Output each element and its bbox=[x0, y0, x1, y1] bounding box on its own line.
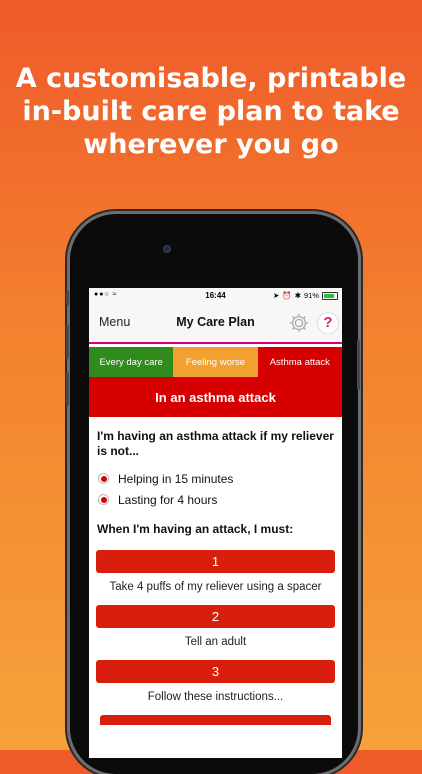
condition-item: Lasting for 4 hours bbox=[98, 489, 335, 510]
attack-intro: I'm having an asthma attack if my reliev… bbox=[97, 429, 334, 458]
step-number: 3 bbox=[96, 660, 335, 683]
tab-asthma-attack[interactable]: Asthma attack bbox=[257, 347, 342, 377]
promo-headline: A customisable, printable in-built care … bbox=[0, 62, 422, 161]
radio-bullet-icon bbox=[98, 473, 109, 484]
phone-screen: ●●○ ≈ 16:44 ➤ ⏰ ✱ 91% Menu My Care Plan … bbox=[89, 288, 342, 758]
phone-volume-down bbox=[66, 372, 69, 406]
battery-percent: 91% bbox=[303, 291, 319, 300]
care-plan-content: I'm having an asthma attack if my reliev… bbox=[89, 417, 342, 725]
must-heading: When I'm having an attack, I must: bbox=[97, 522, 294, 536]
phone-power-button bbox=[357, 340, 360, 390]
tab-every-day-care[interactable]: Every day care bbox=[89, 347, 174, 377]
gear-icon[interactable] bbox=[288, 312, 310, 334]
phone-volume-up bbox=[66, 325, 69, 359]
step-text: Follow these instructions... bbox=[147, 691, 284, 703]
alarm-icon: ⏰ bbox=[282, 291, 292, 300]
next-step-peek bbox=[100, 715, 331, 725]
phone-camera bbox=[163, 245, 171, 253]
step-item: 3 Follow these instructions... bbox=[96, 660, 335, 703]
promo-line-2: in-built care plan to take bbox=[22, 96, 400, 127]
step-number: 2 bbox=[96, 605, 335, 628]
nav-bar: Menu My Care Plan ? bbox=[89, 304, 342, 344]
step-item: 2 Tell an adult bbox=[96, 605, 335, 648]
radio-bullet-icon bbox=[98, 494, 109, 505]
status-right: ➤ ⏰ ✱ 91% bbox=[273, 291, 338, 300]
bluetooth-icon: ✱ bbox=[294, 291, 301, 300]
step-text: Take 4 puffs of my reliever using a spac… bbox=[109, 581, 322, 593]
section-banner: In an asthma attack bbox=[89, 377, 342, 417]
battery-icon bbox=[322, 291, 338, 300]
step-text: Tell an adult bbox=[184, 636, 247, 648]
condition-label: Helping in 15 minutes bbox=[118, 471, 234, 486]
promo-line-3: wherever you go bbox=[83, 129, 339, 160]
location-icon: ➤ bbox=[273, 291, 280, 300]
zone-tabs: Every day care Feeling worse Asthma atta… bbox=[89, 347, 342, 377]
help-button[interactable]: ? bbox=[318, 313, 338, 333]
tab-feeling-worse[interactable]: Feeling worse bbox=[173, 347, 258, 377]
step-item: 1 Take 4 puffs of my reliever using a sp… bbox=[96, 550, 335, 593]
condition-label: Lasting for 4 hours bbox=[118, 492, 218, 507]
phone-mute-switch bbox=[66, 290, 69, 306]
condition-item: Helping in 15 minutes bbox=[98, 468, 335, 489]
promo-line-1: A customisable, printable bbox=[15, 63, 407, 94]
step-number: 1 bbox=[96, 550, 335, 573]
status-bar: ●●○ ≈ 16:44 ➤ ⏰ ✱ 91% bbox=[89, 288, 342, 304]
